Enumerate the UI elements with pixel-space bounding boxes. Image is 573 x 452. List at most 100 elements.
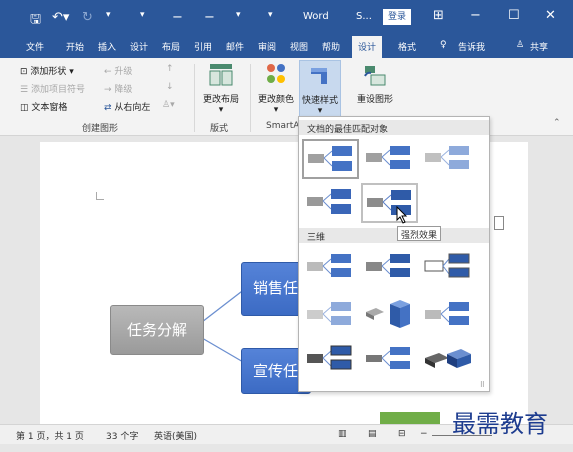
redo-icon[interactable]: ↻ xyxy=(82,10,93,25)
qat-dropdown-icon[interactable]: ▾ xyxy=(106,10,111,20)
qat-minus2-icon[interactable]: − xyxy=(204,10,215,25)
demote-button[interactable]: → 降级 xyxy=(104,82,132,95)
promote-label: 升级 xyxy=(114,67,133,77)
maximize-icon[interactable]: ☐ xyxy=(508,8,520,23)
style-tooltip: 强烈效果 xyxy=(397,226,442,241)
print-layout-icon[interactable]: ▤ xyxy=(368,429,377,439)
add-shape-button[interactable]: ⊡ 添加形状 ▾ xyxy=(20,64,74,77)
text-pane-button[interactable]: ◫ 文本窗格 xyxy=(20,100,67,113)
reset-graphic-label: 重设图形 xyxy=(356,95,393,105)
text-pane-label: 文本窗格 xyxy=(31,103,68,113)
collapse-ribbon-icon[interactable]: ⌃ xyxy=(553,118,561,128)
gallery-header-best: 文档的最佳匹配对象 xyxy=(299,120,489,135)
style-option-3d[interactable] xyxy=(302,247,359,287)
demote-icon: → xyxy=(104,85,112,95)
right-to-left-label: 从右向左 xyxy=(114,103,151,113)
right-to-left-icon: ⇄ xyxy=(104,103,112,113)
change-colors-label: 更改颜色 xyxy=(257,95,294,105)
share-button[interactable]: 共享 xyxy=(530,40,548,53)
text-pane-icon: ◫ xyxy=(20,103,29,113)
move-up-icon[interactable]: ↑ xyxy=(166,64,174,74)
tab-smartart-design[interactable]: 设计 xyxy=(352,36,383,58)
right-to-left-button[interactable]: ⇄ 从右向左 xyxy=(104,100,150,113)
tab-layout[interactable]: 布局 xyxy=(162,40,180,53)
quick-styles-label: 快速样式 xyxy=(301,96,338,106)
quick-styles-icon xyxy=(311,68,327,84)
layout-icon xyxy=(209,64,233,86)
layout-org-icon[interactable]: ♙▾ xyxy=(162,100,175,110)
page-count[interactable]: 第 1 页，共 1 页 xyxy=(16,429,84,442)
chevron-down-icon: ▾ xyxy=(317,106,323,116)
reset-graphic-button[interactable]: 重设图形 xyxy=(352,62,398,105)
bullet-icon: ☰ xyxy=(20,85,29,95)
undo-icon[interactable]: ↶▾ xyxy=(52,10,69,25)
style-option-3d[interactable] xyxy=(302,295,359,335)
group-create-graphic: 创建图形 xyxy=(82,124,119,134)
read-mode-icon[interactable]: ▥ xyxy=(338,429,347,439)
style-option-3d[interactable] xyxy=(420,295,477,335)
tab-insert[interactable]: 插入 xyxy=(98,40,116,53)
style-option[interactable] xyxy=(361,139,418,179)
tab-references[interactable]: 引用 xyxy=(194,40,212,53)
group-smartart-styles: SmartA xyxy=(266,121,300,131)
resize-grip-icon[interactable]: ⠿ xyxy=(480,381,485,389)
layout-options-icon[interactable] xyxy=(494,216,504,230)
web-layout-icon[interactable]: ⊟ xyxy=(398,429,406,439)
ribbon-display-icon[interactable]: ⊞ xyxy=(433,8,444,23)
tab-mailings[interactable]: 邮件 xyxy=(226,40,244,53)
promote-icon: ← xyxy=(104,67,112,77)
change-layout-label: 更改布局 xyxy=(202,95,239,105)
lightbulb-icon: ♀ xyxy=(440,40,447,50)
word-count[interactable]: 33 个字 xyxy=(106,429,138,442)
group-separator xyxy=(250,64,251,132)
quick-styles-button[interactable]: 快速样式 ▾ xyxy=(299,60,341,118)
add-bullet-button[interactable]: ☰ 添加项目符号 xyxy=(20,82,85,95)
root-node[interactable]: 任务分解 xyxy=(110,305,204,355)
move-down-icon[interactable]: ↓ xyxy=(166,82,174,92)
gallery-header-3d: 三维 xyxy=(299,228,489,243)
qat-customize-icon[interactable]: ▾ xyxy=(140,10,145,20)
minimize-icon[interactable]: − xyxy=(470,8,481,23)
change-layout-button[interactable]: 更改布局 ▾ xyxy=(200,62,242,115)
group-separator xyxy=(194,64,195,132)
tab-review[interactable]: 审阅 xyxy=(258,40,276,53)
change-colors-button[interactable]: 更改颜色 ▾ xyxy=(254,62,298,115)
tab-help[interactable]: 帮助 xyxy=(322,40,340,53)
style-option[interactable] xyxy=(420,139,477,179)
mouse-cursor-icon xyxy=(396,206,408,224)
promote-button[interactable]: ← 升级 xyxy=(104,64,132,77)
quick-styles-gallery[interactable]: 文档的最佳匹配对象 三维 ⠿ xyxy=(298,116,490,392)
tab-file[interactable]: 文件 xyxy=(26,40,44,53)
style-option-intense-effect[interactable] xyxy=(361,183,418,223)
style-option-3d[interactable] xyxy=(361,295,418,335)
reset-graphic-icon xyxy=(364,66,386,86)
qat-minus-icon[interactable]: − xyxy=(172,10,183,25)
tab-view[interactable]: 视图 xyxy=(290,40,308,53)
style-option-3d[interactable] xyxy=(302,339,359,379)
qat-arrow-icon[interactable]: ▾ xyxy=(236,10,241,20)
close-icon[interactable]: ✕ xyxy=(545,8,556,23)
tab-format[interactable]: 格式 xyxy=(398,40,416,53)
tab-design[interactable]: 设计 xyxy=(130,40,148,53)
style-option-3d[interactable] xyxy=(361,247,418,287)
style-option[interactable] xyxy=(302,139,359,179)
chevron-down-icon: ▾ xyxy=(218,105,224,115)
title-bar: 🖫 ↶▾ ↻ ▾ ▾ − − ▾ ▾ Word S... 登录 ⊞ − ☐ ✕ xyxy=(0,0,573,36)
demote-label: 降级 xyxy=(114,85,133,95)
add-shape-label: 添加形状 xyxy=(30,67,67,77)
tab-home[interactable]: 开始 xyxy=(66,40,84,53)
zoom-out-icon[interactable]: − xyxy=(420,429,428,439)
language-status[interactable]: 英语(美国) xyxy=(154,429,197,442)
style-option-3d[interactable] xyxy=(420,339,477,379)
group-layouts: 版式 xyxy=(210,124,229,134)
login-button[interactable]: 登录 xyxy=(383,9,411,25)
save-icon[interactable]: 🖫 xyxy=(30,10,41,32)
style-option[interactable] xyxy=(302,183,359,223)
add-shape-icon: ⊡ xyxy=(20,67,28,77)
qat-arrow2-icon[interactable]: ▾ xyxy=(268,10,273,20)
tab-tell-me[interactable]: 告诉我 xyxy=(458,40,485,53)
style-option-3d[interactable] xyxy=(361,339,418,379)
add-bullet-label: 添加项目符号 xyxy=(30,85,85,95)
green-shape-fragment xyxy=(380,412,440,424)
style-option-3d[interactable] xyxy=(420,247,477,287)
